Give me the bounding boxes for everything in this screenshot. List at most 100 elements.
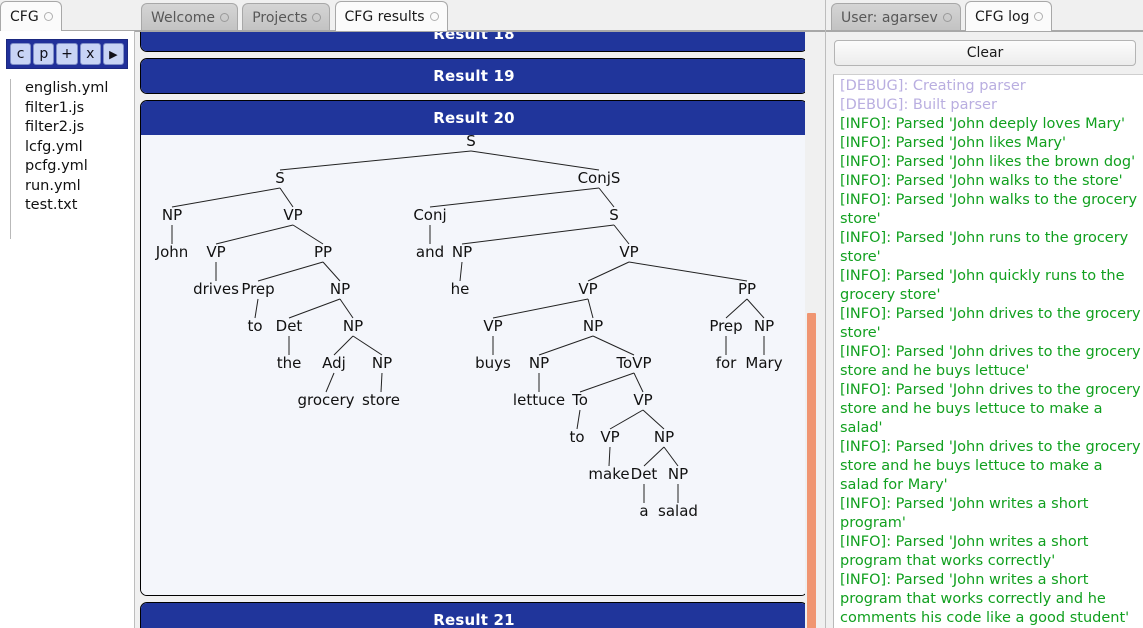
parse-tree-edge [380,372,383,393]
compile-button[interactable]: c [10,43,32,65]
parse-tree-node[interactable]: drives [193,280,239,298]
center-panel: Welcome Projects CFG results Result 18 R… [135,0,825,628]
tab-welcome[interactable]: Welcome [141,3,239,31]
parse-tree-node[interactable]: NP [372,354,392,372]
parse-tree-node[interactable]: buys [475,354,511,372]
parse-tree-node[interactable]: VP [600,428,619,446]
parse-tree-edge [576,409,581,430]
list-item[interactable]: english.yml [25,79,134,99]
results-scrollbar[interactable] [805,32,819,628]
parse-tree-node[interactable]: John [155,243,189,261]
parse-tree-node[interactable]: NP [754,317,774,335]
tab-cfg-log[interactable]: CFG log [964,1,1053,31]
parse-tree-node[interactable]: Adj [322,354,346,372]
tab-user[interactable]: User: agarsev [831,3,961,31]
parse-tree-node[interactable]: for [716,354,737,372]
log-line: [INFO]: Parsed 'John writes a short prog… [840,496,1089,531]
tab-projects[interactable]: Projects [242,3,331,31]
parse-tree-node[interactable]: to [569,428,584,446]
parse-tree-node[interactable]: salad [658,502,698,520]
parse-tree-node[interactable]: NP [529,354,549,372]
parse-tree-edge [339,298,354,319]
list-item[interactable]: test.txt [25,196,134,216]
parse-tree-node[interactable]: and [416,243,444,261]
delete-button[interactable]: x [79,43,101,65]
tab-cfg-label: CFG [10,8,39,25]
tab-cfg-log-label: CFG log [974,8,1030,25]
parse-tree-node[interactable]: NP [343,317,363,335]
parse-tree-node[interactable]: Mary [745,354,782,372]
parse-tree-node[interactable]: to [247,317,262,335]
clear-button[interactable]: Clear [834,40,1136,66]
close-dot-icon[interactable] [43,12,53,21]
parse-tree-node[interactable]: NP [452,243,472,261]
parse-tree-node[interactable]: store [362,391,400,409]
list-item[interactable]: pcfg.yml [25,157,134,177]
parse-tree-node[interactable]: Det [631,465,658,483]
parse-tree-node[interactable]: S [466,135,476,150]
parse-tree-edge [325,372,335,393]
parse-tree-node[interactable]: VP [578,280,597,298]
parse-tree-node[interactable]: he [451,280,470,298]
log-output[interactable]: [DEBUG]: Creating parser [DEBUG]: Built p… [833,74,1143,628]
parse-tree-node[interactable]: S [609,206,619,224]
parse-tree-node[interactable]: NP [330,280,350,298]
parse-tree-node[interactable]: NP [668,465,688,483]
parse-tree-node[interactable]: PP [314,243,332,261]
parse-tree-node[interactable]: lettuce [513,391,565,409]
tab-cfg[interactable]: CFG [0,1,62,31]
parse-tree-node[interactable]: Det [276,317,303,335]
close-dot-icon[interactable] [220,13,230,22]
log-line: [DEBUG]: Creating parser [840,78,1026,94]
close-dot-icon[interactable] [942,13,952,22]
parse-tree-node[interactable]: VP [206,243,225,261]
right-tabstrip: User: agarsev CFG log [826,0,1143,31]
parse-tree-node[interactable]: Prep [709,317,742,335]
tab-cfg-results[interactable]: CFG results [334,1,448,31]
parse-tree-node[interactable]: VP [483,317,502,335]
results-scrollbar-thumb[interactable] [807,313,816,628]
parse-tree-node[interactable]: NP [583,317,603,335]
close-dot-icon[interactable] [1034,12,1044,21]
run-button[interactable]: ▶ [102,43,125,65]
parse-tree-node[interactable]: NP [162,206,182,224]
parse-tree-edge [461,224,615,245]
parse-tree-node[interactable]: VP [633,391,652,409]
parse-tree-node[interactable]: VP [283,206,302,224]
list-item[interactable]: filter1.js [25,99,134,119]
parse-button[interactable]: p [33,43,55,65]
parse-tree-node[interactable]: To [571,391,588,409]
result-header[interactable]: Result 19 [141,59,807,93]
result-header[interactable]: Result 18 [141,32,807,51]
parse-tree-node[interactable]: ToVP [615,354,651,372]
parse-tree-node[interactable]: NP [654,428,674,446]
close-dot-icon[interactable] [429,12,439,21]
parse-tree-node[interactable]: ConjS [578,169,621,187]
parse-tree-node[interactable]: grocery [297,391,354,409]
list-item[interactable]: filter2.js [25,118,134,138]
parse-tree-node[interactable]: Conj [413,206,446,224]
right-panel: User: agarsev CFG log Clear [DEBUG]: Cre… [825,0,1143,628]
parse-tree-node[interactable]: a [639,502,648,520]
list-item[interactable]: run.yml [25,177,134,197]
tab-projects-label: Projects [252,9,308,26]
parse-tree-edge [633,372,644,393]
result-card: Result 20 S S ConjS NP VP Conj S John VP PP and NP V… [140,100,808,596]
log-line: [INFO]: Parsed 'John likes the brown dog… [840,154,1136,170]
parse-tree-node[interactable]: PP [738,280,756,298]
close-dot-icon[interactable] [312,13,322,22]
result-header[interactable]: Result 20 [141,101,807,135]
result-header[interactable]: Result 21 [141,603,807,628]
parse-tree-node[interactable]: the [277,354,302,372]
parse-tree-node[interactable]: S [275,169,285,187]
parse-tree-node[interactable]: make [588,465,629,483]
parse-tree-edge [254,298,259,319]
parse-tree-node[interactable]: Prep [241,280,274,298]
add-button[interactable]: + [56,43,78,65]
parse-tree-edge [352,335,383,356]
list-item[interactable]: lcfg.yml [25,138,134,158]
parse-tree-edge [288,298,341,319]
parse-tree-node[interactable]: VP [619,243,638,261]
parse-tree-edge [292,224,324,245]
log-line: [INFO]: Parsed 'John drives to the groce… [840,439,1141,493]
